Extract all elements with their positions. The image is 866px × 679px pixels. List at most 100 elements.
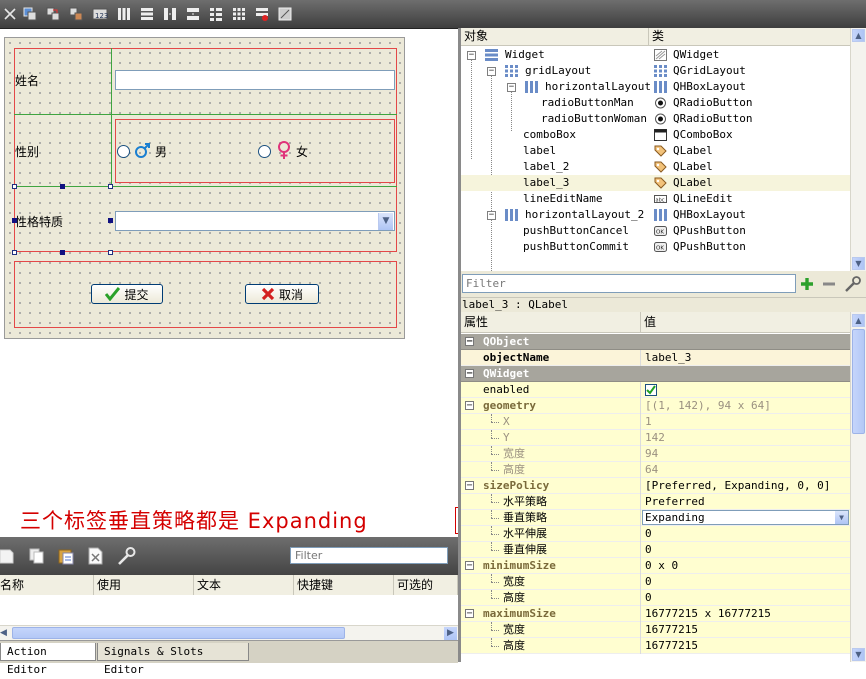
object-tree-row[interactable]: pushButtonCancel OK QPushButton [461,223,851,239]
tree-collapse-toggle[interactable]: − [467,51,476,60]
column-header-shortcut[interactable]: 快捷键 [294,575,394,595]
property-row[interactable]: 高度 16777215 [461,638,851,654]
object-tree-row[interactable]: − horizontalLayout_2 QHBoxLayout [461,207,851,223]
layout-grid-icon[interactable] [231,6,247,22]
edit-buddies-icon[interactable] [68,6,84,22]
scroll-left-arrow-icon[interactable]: ◀ [0,627,9,640]
property-row[interactable]: 水平策略 Preferred [461,494,851,510]
vertical-policy-combo[interactable]: Expanding ▼ [642,510,849,525]
wrench-icon[interactable] [843,274,863,294]
column-header-checkable[interactable]: 可选的 [394,575,458,595]
tree-collapse-toggle[interactable]: − [487,211,496,220]
new-action-icon[interactable] [0,548,14,564]
layout-splitter-vertical-icon[interactable] [185,6,201,22]
add-dynamic-property-icon[interactable] [799,276,815,292]
form-canvas[interactable]: 姓名 性别 男 女 性格特质 ▼ 提交 取消 [4,37,405,339]
action-table-body[interactable] [0,595,458,625]
selection-handle[interactable] [108,184,113,189]
selection-handle[interactable] [12,184,17,189]
personality-combo[interactable]: ▼ [115,211,395,231]
layout-vertical-icon[interactable] [139,6,155,22]
break-layout-icon[interactable] [254,6,270,22]
cancel-button[interactable]: 取消 [245,284,319,304]
object-tree-row[interactable]: label_2 QLabel [461,159,851,175]
object-tree[interactable]: − Widget QWidget − gridLayout QGridLayout − hor… [461,47,851,285]
property-row[interactable]: − maximumSize 16777215 x 16777215 [461,606,851,622]
column-header-used[interactable]: 使用 [94,575,194,595]
horizontal-scrollbar[interactable]: ◀ ▶ [0,625,458,641]
column-header-object[interactable]: 对象 [461,28,649,45]
property-row[interactable]: enabled [461,382,851,398]
radio-woman[interactable] [258,145,271,158]
object-tree-row[interactable]: label QLabel [461,143,851,159]
name-input[interactable] [115,70,395,90]
property-row[interactable]: − geometry [(1, 142), 94 x 64] [461,398,851,414]
layout-horizontal-icon[interactable] [116,6,132,22]
scroll-down-arrow-icon[interactable]: ▼ [852,257,865,270]
property-row[interactable]: 水平伸展 0 [461,526,851,542]
copy-action-icon[interactable] [28,547,46,565]
object-tree-row[interactable]: radioButtonWoman QRadioButton [461,111,851,127]
column-header-value[interactable]: 值 [641,312,851,332]
property-row[interactable]: 高度 0 [461,590,851,606]
property-collapse-toggle[interactable]: − [465,369,474,379]
property-filter-input[interactable]: Filter [462,274,796,293]
property-row[interactable]: 高度 64 [461,462,851,478]
chevron-down-icon[interactable]: ▼ [835,511,848,524]
close-icon[interactable] [2,6,18,22]
chevron-down-icon[interactable]: ▼ [378,213,393,230]
object-tree-row[interactable]: pushButtonCommit OK QPushButton [461,239,851,255]
tree-collapse-toggle[interactable]: − [507,83,516,92]
layout-splitter-horizontal-icon[interactable] [162,6,178,22]
object-tree-row[interactable]: comboBox QComboBox [461,127,851,143]
property-editor-scrollbar[interactable]: ▲ ▼ [850,312,866,662]
scroll-up-arrow-icon[interactable]: ▲ [852,29,865,42]
object-inspector-scrollbar[interactable]: ▲ ▼ [850,28,866,271]
scroll-up-arrow-icon[interactable]: ▲ [852,314,865,327]
horizontal-scroll-thumb[interactable] [12,627,345,639]
submit-button[interactable]: 提交 [91,284,163,304]
selection-handle[interactable] [108,250,113,255]
object-tree-row[interactable]: − Widget QWidget [461,47,851,63]
property-row[interactable]: 宽度 16777215 [461,622,851,638]
property-row[interactable]: Y 142 [461,430,851,446]
action-filter-input[interactable]: Filter [290,547,448,564]
radio-man[interactable] [117,145,130,158]
adjust-size-icon[interactable] [277,6,293,22]
scroll-right-arrow-icon[interactable]: ▶ [444,627,457,640]
property-collapse-toggle[interactable]: − [465,561,474,571]
property-row[interactable]: objectName label_3 [461,350,851,366]
property-table[interactable]: − QObject objectName label_3− QWidget enabled… [461,334,851,662]
property-collapse-toggle[interactable]: − [465,401,474,411]
property-collapse-toggle[interactable]: − [465,609,474,619]
object-tree-row[interactable]: label_3 QLabel [461,175,851,191]
enabled-checkbox[interactable] [645,384,657,396]
column-header-class[interactable]: 类 [649,28,851,45]
property-collapse-toggle[interactable]: − [465,481,474,491]
tab-signals-slots-editor[interactable]: Signals & Slots Editor [97,643,249,676]
property-row[interactable]: − sizePolicy [Preferred, Expanding, 0, 0] [461,478,851,494]
property-row[interactable]: 宽度 94 [461,446,851,462]
edit-widgets-icon[interactable] [22,6,38,22]
object-tree-row[interactable]: lineEditName abc QLineEdit [461,191,851,207]
column-header-text[interactable]: 文本 [194,575,294,595]
tree-collapse-toggle[interactable]: − [487,67,496,76]
edit-signals-icon[interactable] [45,6,61,22]
property-collapse-toggle[interactable]: − [465,337,474,347]
selection-handle[interactable] [108,218,113,223]
wrench-icon[interactable] [115,545,137,567]
column-header-name[interactable]: 名称 [0,575,94,595]
scroll-down-arrow-icon[interactable]: ▼ [852,648,865,661]
column-header-property[interactable]: 属性 [461,312,641,332]
property-row[interactable]: 宽度 0 [461,574,851,590]
property-row[interactable]: − minimumSize 0 x 0 [461,558,851,574]
property-row[interactable]: 垂直策略 Expanding ▼ [461,510,851,526]
object-tree-row[interactable]: radioButtonMan QRadioButton [461,95,851,111]
object-tree-row[interactable]: − gridLayout QGridLayout [461,63,851,79]
layout-form-icon[interactable] [208,6,224,22]
delete-action-icon[interactable] [87,547,104,565]
edit-tab-order-icon[interactable]: 123 [92,6,108,22]
selection-handle[interactable] [60,250,65,255]
tab-action-editor[interactable]: Action Editor [0,643,96,676]
property-row[interactable]: X1 [461,414,851,430]
